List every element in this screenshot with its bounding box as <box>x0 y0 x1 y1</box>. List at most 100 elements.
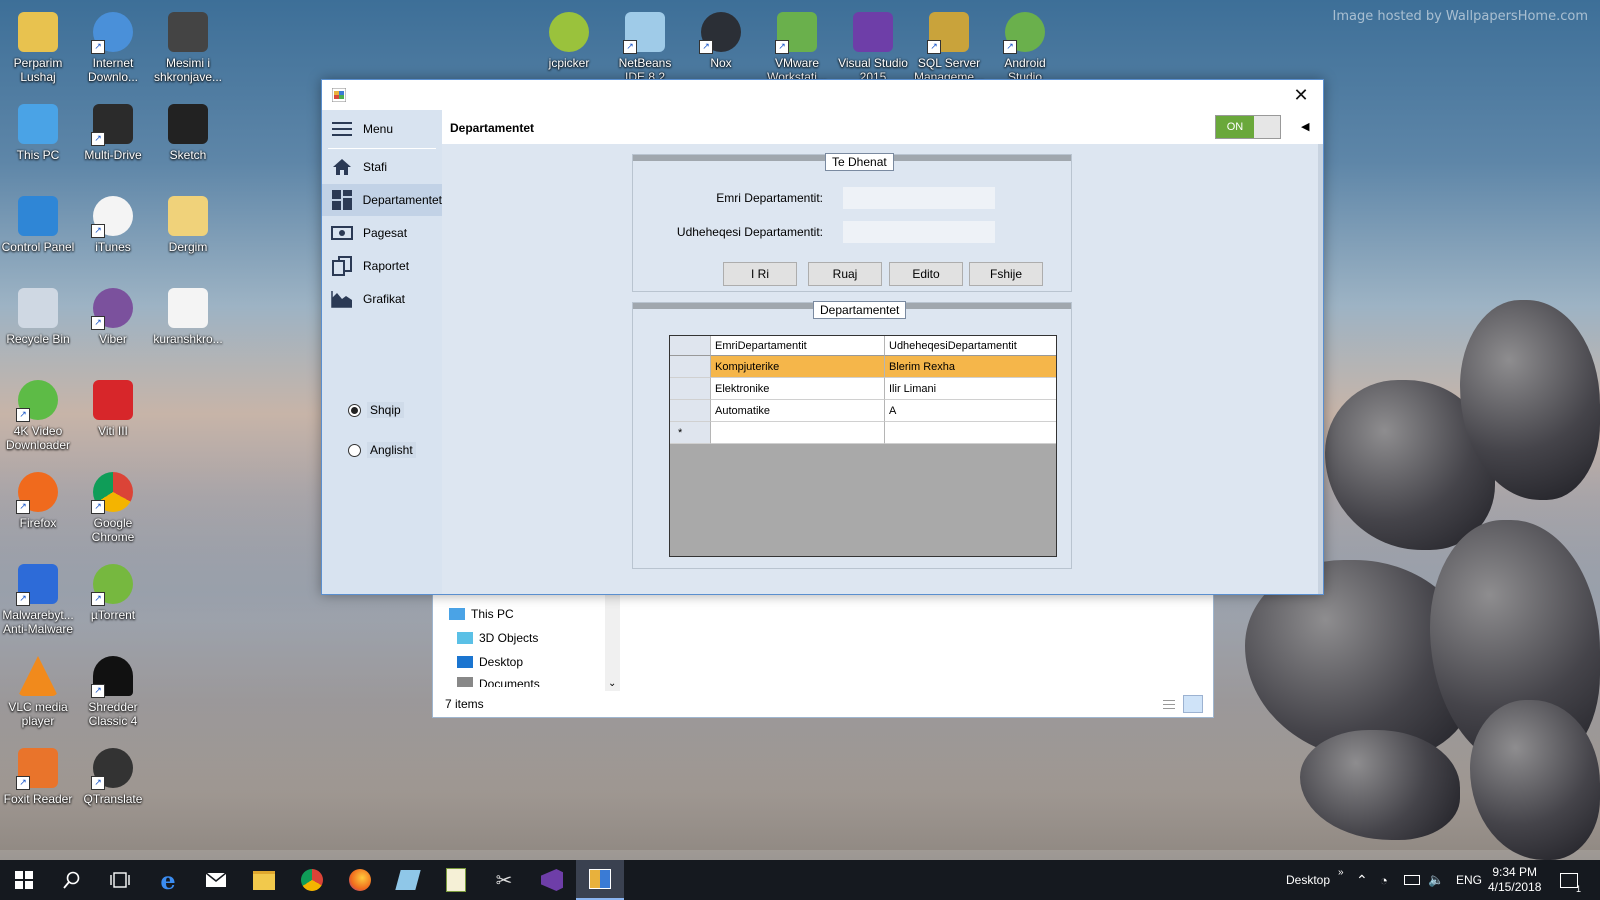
table-cell[interactable]: Automatike <box>711 400 885 422</box>
desktop-icon-nox[interactable]: ↗ Nox <box>683 12 759 70</box>
sidebar-item-grafikat[interactable]: Grafikat <box>322 283 442 315</box>
table-row[interactable]: Elektronike Ilir Limani <box>670 378 1056 400</box>
table-cell[interactable]: Ilir Limani <box>885 378 1056 400</box>
desktop-icon-foxit[interactable]: ↗ Foxit Reader <box>0 748 76 806</box>
chevron-up-icon[interactable]: ⌃ <box>1356 860 1368 900</box>
taskbar-firefox[interactable] <box>336 860 384 900</box>
row-header[interactable] <box>670 356 711 378</box>
table-cell[interactable]: Elektronike <box>711 378 885 400</box>
menu-button[interactable]: Menu <box>322 113 442 145</box>
tree-item-this-pc[interactable]: This PC <box>449 607 514 621</box>
taskbar-visual-studio[interactable] <box>528 860 576 900</box>
desktop-icon-recycle-bin[interactable]: Recycle Bin <box>0 288 76 346</box>
desktop-icon-multi-drive[interactable]: ↗ Multi-Drive <box>75 104 151 162</box>
volume-icon[interactable]: 🔈 <box>1428 860 1444 900</box>
save-button[interactable]: Ruaj <box>808 262 882 286</box>
desktop-icon-sketch[interactable]: Sketch <box>150 104 226 162</box>
desktop-icon-shredder[interactable]: ↗ Shredder Classic 4 <box>75 656 151 728</box>
desktop-icon-itunes[interactable]: ↗ iTunes <box>75 196 151 254</box>
row-header[interactable] <box>670 400 711 422</box>
table-cell[interactable]: Blerim Rexha <box>885 356 1056 378</box>
desktop-icon-jcpicker[interactable]: jcpicker <box>531 12 607 70</box>
table-cell[interactable]: Kompjuterike <box>711 356 885 378</box>
table-row[interactable]: Automatike A <box>670 400 1056 422</box>
desktop-icon-qtranslate[interactable]: ↗ QTranslate <box>75 748 151 806</box>
action-center-button[interactable]: 1 <box>1560 860 1581 900</box>
column-header-udheheqesi[interactable]: UdheheqesiDepartamentit <box>885 336 1056 356</box>
sidebar-item-pagesat[interactable]: Pagesat <box>322 217 442 249</box>
desktop-icon-malwarebytes[interactable]: ↗ Malwarebyt... Anti-Malware <box>0 564 76 636</box>
desktop-icon-vmware[interactable]: ↗ VMware Workstati... <box>759 12 835 84</box>
input-language[interactable]: ENG <box>1456 860 1482 900</box>
search-button[interactable] <box>48 860 96 900</box>
new-button[interactable]: I Ri <box>723 262 797 286</box>
taskbar-current-app[interactable] <box>576 860 624 900</box>
desktop-icon-4k-video[interactable]: ↗ 4K Video Downloader <box>0 380 76 452</box>
desktop-icon-control-panel[interactable]: Control Panel <box>0 196 76 254</box>
edit-button[interactable]: Edito <box>889 262 963 286</box>
collapse-arrow-icon[interactable]: ◀ <box>1301 120 1309 133</box>
desktop-icon-chrome[interactable]: ↗ Google Chrome <box>75 472 151 544</box>
taskbar-sql-tools[interactable]: ✂ <box>480 860 528 900</box>
desktop-icon-dergim[interactable]: Dergim <box>150 196 226 254</box>
language-radio-shqip[interactable]: Shqip <box>348 402 404 418</box>
tree-item-documents[interactable]: Documents <box>457 677 540 687</box>
desktop-icon-visual-studio[interactable]: Visual Studio 2015 <box>835 12 911 84</box>
desktop-icon-android-studio[interactable]: ↗ Android Studio <box>987 12 1063 84</box>
taskbar-chrome[interactable] <box>288 860 336 900</box>
desktop-icon-kuranshkro[interactable]: kuranshkro... <box>150 288 226 346</box>
desktop-icon-netbeans[interactable]: ↗ NetBeans IDE 8.2 <box>607 12 683 84</box>
explorer-tree-scrollbar[interactable]: ⌄ <box>605 591 620 691</box>
departamentet-data-grid[interactable]: EmriDepartamentit UdheheqesiDepartamenti… <box>669 335 1057 557</box>
taskbar-app-editor[interactable] <box>432 860 480 900</box>
new-row[interactable]: * <box>670 422 1056 444</box>
desktop-icon-viber[interactable]: ↗ Viber <box>75 288 151 346</box>
large-icons-view-icon[interactable] <box>1183 695 1203 713</box>
table-cell[interactable] <box>885 422 1056 444</box>
desktop-icon-utorrent[interactable]: ↗ µTorrent <box>75 564 151 622</box>
task-view-button[interactable] <box>96 860 144 900</box>
start-button[interactable] <box>0 860 48 900</box>
sidebar-item-departamentet[interactable]: Departamentet <box>322 184 442 216</box>
desktop-icon-viti-iii[interactable]: Viti III <box>75 380 151 438</box>
table-cell[interactable] <box>711 422 885 444</box>
desktop-icon-idm[interactable]: ↗ Internet Downlo... <box>75 12 151 84</box>
table-cell[interactable]: A <box>885 400 1056 422</box>
column-header-emri[interactable]: EmriDepartamentit <box>711 336 885 356</box>
wifi-icon[interactable]: ◔ <box>1380 860 1388 900</box>
desktop-icon-sql-server[interactable]: ↗ SQL Server Manageme... <box>911 12 987 84</box>
sidebar-item-stafi[interactable]: Stafi <box>322 151 442 183</box>
desktop-icon-firefox[interactable]: ↗ Firefox <box>0 472 76 530</box>
window-titlebar[interactable]: ✕ <box>322 80 1323 110</box>
emri-departamentit-input[interactable] <box>843 187 995 209</box>
tree-item-desktop[interactable]: Desktop <box>457 655 523 669</box>
taskbar-edge[interactable]: e <box>144 860 192 900</box>
tree-item-3d-objects[interactable]: 3D Objects <box>457 631 538 645</box>
toolbar-expand-icon[interactable]: » <box>1338 852 1344 892</box>
clock[interactable]: 9:34 PM 4/15/2018 <box>1488 860 1541 900</box>
content-scrollbar[interactable] <box>1318 144 1323 594</box>
radio-button-selected[interactable] <box>348 403 361 417</box>
sidebar-item-raportet[interactable]: Raportet <box>322 250 442 282</box>
radio-button-unselected[interactable] <box>348 443 361 457</box>
desktop-icon-this-pc[interactable]: This PC <box>0 104 76 162</box>
taskbar-file-explorer[interactable] <box>240 860 288 900</box>
desktop-icon-perparim[interactable]: Perparim Lushaj <box>0 12 76 84</box>
grid-corner-cell[interactable] <box>670 336 711 356</box>
desktop-icon-mesimi[interactable]: Mesimi i shkronjave... <box>150 12 226 84</box>
desktop-toolbar-label[interactable]: Desktop <box>1286 860 1330 900</box>
on-off-toggle[interactable]: ON <box>1215 115 1281 139</box>
details-view-icon[interactable] <box>1159 695 1179 713</box>
desktop-icon-vlc[interactable]: VLC media player <box>0 656 76 728</box>
udheheqesi-departamentit-input[interactable] <box>843 221 995 243</box>
table-row[interactable]: Kompjuterike Blerim Rexha <box>670 356 1056 378</box>
taskbar-app-notes[interactable] <box>384 860 432 900</box>
language-radio-anglisht[interactable]: Anglisht <box>348 442 416 458</box>
row-header[interactable] <box>670 378 711 400</box>
delete-button[interactable]: Fshije <box>969 262 1043 286</box>
chevron-down-icon[interactable]: ⌄ <box>608 678 616 689</box>
close-button[interactable]: ✕ <box>1279 80 1323 110</box>
new-row-marker[interactable]: * <box>670 422 711 444</box>
battery-icon[interactable] <box>1404 860 1420 900</box>
taskbar-mail[interactable] <box>192 860 240 900</box>
